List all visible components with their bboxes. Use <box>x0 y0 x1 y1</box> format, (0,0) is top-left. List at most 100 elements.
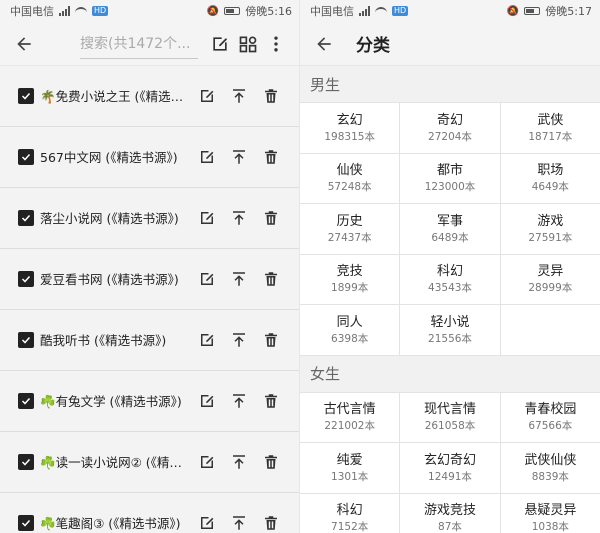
category-cell[interactable]: 玄幻奇幻 12491本 <box>400 443 500 493</box>
category-count: 198315本 <box>324 130 375 143</box>
search-input[interactable]: 搜索(共1472个... <box>80 29 198 59</box>
list-item[interactable]: ☘️有兔文学 (《精选书源》) <box>0 371 300 432</box>
more-vertical-icon[interactable] <box>262 30 290 58</box>
list-item[interactable]: 落尘小说网 (《精选书源》) <box>0 188 300 249</box>
move-to-top-icon[interactable] <box>226 449 252 475</box>
delete-icon[interactable] <box>258 205 284 231</box>
category-cell[interactable]: 历史 27437本 <box>300 204 400 254</box>
list-item[interactable]: 酷我听书 (《精选书源》) <box>0 310 300 371</box>
checkbox-checked-icon[interactable] <box>18 453 34 470</box>
category-cell[interactable]: 悬疑灵异 1038本 <box>500 493 600 533</box>
category-cell[interactable]: 纯爱 1301本 <box>300 443 400 493</box>
source-name: ☘️有兔文学 (《精选书源》) <box>40 394 182 410</box>
back-arrow-icon[interactable] <box>10 30 38 58</box>
category-grid-male: 玄幻 198315本 奇幻 27204本 武侠 18717本 仙侠 57248本 都市 1… <box>300 102 600 356</box>
source-name: 🌴免费小说之王 (《精选书... <box>40 89 188 105</box>
category-count: 1899本 <box>331 282 369 295</box>
category-count: 123000本 <box>424 181 476 194</box>
category-cell[interactable]: 轻小说 21556本 <box>400 305 500 355</box>
checkbox-checked-icon[interactable] <box>18 514 34 531</box>
wifi-icon <box>75 6 87 16</box>
list-item[interactable]: ☘️笔趣阁③ (《精选书源》) <box>0 493 300 533</box>
section-heading-male: 男生 <box>300 66 600 102</box>
category-name: 仙侠 <box>336 163 363 179</box>
clock-label: 傍晚5:16 <box>245 5 292 18</box>
move-to-top-icon[interactable] <box>226 266 252 292</box>
category-cell[interactable]: 科幻 43543本 <box>400 254 500 304</box>
delete-icon[interactable] <box>258 266 284 292</box>
category-name: 青春校园 <box>524 402 577 418</box>
category-cell[interactable]: 武侠仙侠 8839本 <box>500 443 600 493</box>
category-cell[interactable]: 职场 4649本 <box>500 153 600 203</box>
checkbox-checked-icon[interactable] <box>18 87 34 104</box>
delete-icon[interactable] <box>258 449 284 475</box>
edit-icon[interactable] <box>194 327 220 353</box>
group-icon[interactable] <box>234 30 262 58</box>
edit-icon[interactable] <box>194 449 220 475</box>
move-to-top-icon[interactable] <box>226 205 252 231</box>
edit-icon[interactable] <box>194 510 220 533</box>
category-cell[interactable]: 仙侠 57248本 <box>300 153 400 203</box>
category-name: 玄幻 <box>336 112 363 128</box>
category-count: 57248本 <box>327 181 372 194</box>
mute-icon: 🔕 <box>506 5 520 17</box>
move-to-top-icon[interactable] <box>226 510 252 533</box>
category-name: 游戏 <box>537 213 564 229</box>
category-cell[interactable]: 军事 6489本 <box>400 204 500 254</box>
empty-cell <box>500 305 600 355</box>
checkbox-checked-icon[interactable] <box>18 392 34 409</box>
category-cell[interactable]: 同人 6398本 <box>300 305 400 355</box>
category-cell[interactable]: 武侠 18717本 <box>500 103 600 153</box>
category-cell[interactable]: 奇幻 27204本 <box>400 103 500 153</box>
category-cell[interactable]: 灵异 28999本 <box>500 254 600 304</box>
source-name: ☘️读一读小说网② (《精选... <box>40 455 188 471</box>
delete-icon[interactable] <box>258 388 284 414</box>
list-item[interactable]: 567中文网 (《精选书源》) <box>0 127 300 188</box>
list-item[interactable]: ☘️读一读小说网② (《精选... <box>0 432 300 493</box>
signal-icon <box>59 6 70 16</box>
category-count: 43543本 <box>428 282 472 295</box>
delete-icon[interactable] <box>258 327 284 353</box>
category-count: 21556本 <box>428 332 472 345</box>
list-item[interactable]: 爱豆看书网 (《精选书源》) <box>0 249 300 310</box>
category-name: 同人 <box>336 314 363 330</box>
category-cell[interactable]: 科幻 7152本 <box>300 493 400 533</box>
edit-icon[interactable] <box>194 266 220 292</box>
checkbox-checked-icon[interactable] <box>18 270 34 287</box>
edit-icon[interactable] <box>194 144 220 170</box>
move-to-top-icon[interactable] <box>226 388 252 414</box>
category-count: 27591本 <box>528 231 573 244</box>
move-to-top-icon[interactable] <box>226 83 252 109</box>
status-bar: 中国电信 HD 🔕 傍晚5:16 <box>0 0 300 22</box>
signal-icon <box>359 6 370 16</box>
checkbox-checked-icon[interactable] <box>18 148 34 165</box>
list-item[interactable]: 🌴免费小说之王 (《精选书... <box>0 66 300 127</box>
category-cell[interactable]: 青春校园 67566本 <box>500 392 600 442</box>
category-cell[interactable]: 游戏 27591本 <box>500 204 600 254</box>
checkbox-checked-icon[interactable] <box>18 209 34 226</box>
edit-icon[interactable] <box>194 388 220 414</box>
checkbox-checked-icon[interactable] <box>18 331 34 348</box>
category-count: 4649本 <box>531 181 569 194</box>
back-arrow-icon[interactable] <box>310 30 338 58</box>
category-cell[interactable]: 竞技 1899本 <box>300 254 400 304</box>
edit-icon[interactable] <box>194 83 220 109</box>
category-count: 27437本 <box>327 231 372 244</box>
category-cell[interactable]: 玄幻 198315本 <box>300 103 400 153</box>
category-cell[interactable]: 游戏竞技 87本 <box>400 493 500 533</box>
mute-icon: 🔕 <box>206 5 220 17</box>
category-name: 悬疑灵异 <box>524 503 577 519</box>
delete-icon[interactable] <box>258 83 284 109</box>
category-count: 18717本 <box>528 130 573 143</box>
move-to-top-icon[interactable] <box>226 327 252 353</box>
category-cell[interactable]: 现代言情 261058本 <box>400 392 500 442</box>
category-cell[interactable]: 古代言情 221002本 <box>300 392 400 442</box>
delete-icon[interactable] <box>258 144 284 170</box>
edit-icon[interactable] <box>206 30 234 58</box>
delete-icon[interactable] <box>258 510 284 533</box>
edit-icon[interactable] <box>194 205 220 231</box>
category-cell[interactable]: 都市 123000本 <box>400 153 500 203</box>
top-app-bar: 分类 <box>300 22 600 66</box>
move-to-top-icon[interactable] <box>226 144 252 170</box>
section-heading-female: 女生 <box>300 355 600 392</box>
